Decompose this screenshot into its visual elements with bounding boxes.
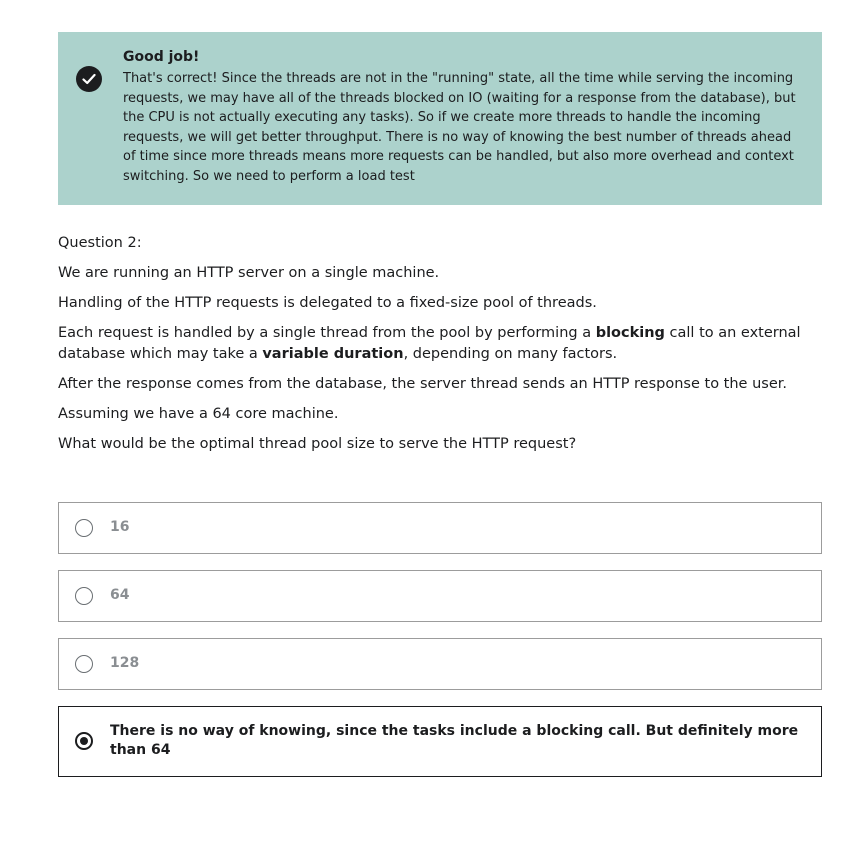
answer-options: 16 64 128 There is no way of knowing, si…	[58, 501, 822, 777]
question-line: Assuming we have a 64 core machine.	[58, 405, 339, 422]
emphasis-blocking: blocking	[595, 324, 665, 341]
answer-option-no-way-of-knowing[interactable]: There is no way of knowing, since the ta…	[58, 705, 822, 777]
feedback-title: Good job!	[123, 49, 200, 65]
answer-label: 16	[110, 519, 130, 536]
feedback-body: Good job! That's correct! Since the thre…	[123, 47, 798, 187]
radio-button-selected[interactable]	[75, 732, 93, 751]
radio-button[interactable]	[75, 586, 93, 605]
answer-option-128[interactable]: 128	[58, 637, 822, 690]
question-number: Question 2:	[58, 234, 142, 251]
feedback-banner: Good job! That's correct! Since the thre…	[58, 32, 822, 205]
question-line: Each request is handled by a single thre…	[58, 323, 822, 365]
question-prompt: Question 2: We are running an HTTP serve…	[58, 233, 822, 455]
question-line: We are running an HTTP server on a singl…	[58, 264, 440, 281]
answer-option-64[interactable]: 64	[58, 569, 822, 622]
answer-label: There is no way of knowing, since the ta…	[110, 723, 799, 759]
question-text: , depending on many factors.	[403, 345, 618, 362]
answer-label: 64	[110, 587, 130, 604]
radio-button[interactable]	[75, 518, 93, 537]
quiz-container: Good job! That's correct! Since the thre…	[58, 32, 822, 793]
feedback-text: That's correct! Since the threads are no…	[123, 71, 796, 184]
question-line: What would be the optimal thread pool si…	[58, 435, 577, 452]
radio-selected-dot	[80, 737, 88, 746]
radio-button[interactable]	[75, 654, 93, 673]
emphasis-variable-duration: variable duration	[262, 345, 404, 362]
check-circle-icon	[76, 66, 102, 92]
question-text: Each request is handled by a single thre…	[58, 324, 596, 341]
answer-option-16[interactable]: 16	[58, 501, 822, 554]
answer-label: 128	[110, 655, 140, 672]
question-line: Handling of the HTTP requests is delegat…	[58, 294, 597, 311]
question-line: After the response comes from the databa…	[58, 375, 787, 392]
